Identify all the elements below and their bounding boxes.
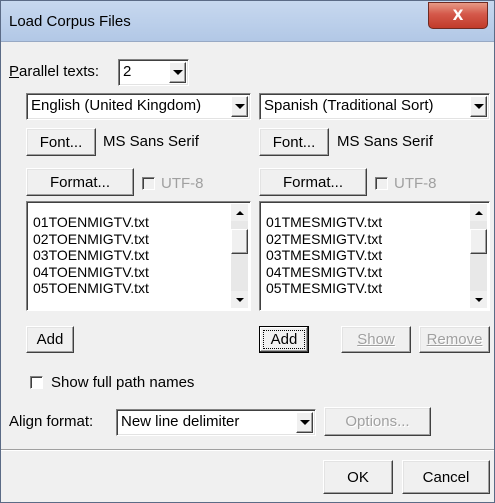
window-title: Load Corpus Files <box>9 13 131 30</box>
load-corpus-dialog: Load Corpus Files X Parallel texts: 2 En… <box>0 0 495 503</box>
parallel-texts-label: Parallel texts: <box>9 63 100 80</box>
chevron-down-icon[interactable] <box>231 96 248 117</box>
left-file-list[interactable]: 01TOENMIGTV.txt 02TOENMIGTV.txt 03TOENMI… <box>26 201 251 311</box>
parallel-texts-value: 2 <box>123 63 132 80</box>
right-font-name: MS Sans Serif <box>337 133 433 150</box>
list-item[interactable]: 05TOENMIGTV.txt <box>33 280 149 297</box>
scroll-thumb[interactable] <box>231 229 248 254</box>
right-language-value: Spanish (Traditional Sort) <box>264 97 434 114</box>
scroll-up-icon[interactable] <box>470 204 487 221</box>
right-format-button[interactable]: Format... <box>259 168 367 196</box>
left-utf8-label: UTF-8 <box>161 175 204 192</box>
align-format-select[interactable]: New line delimiter <box>116 409 316 436</box>
list-item[interactable]: 04TMESMIGTV.txt <box>266 264 382 281</box>
left-language-value: English (United Kingdom) <box>31 97 202 114</box>
cancel-button[interactable]: Cancel <box>402 460 490 494</box>
right-add-button[interactable]: Add <box>259 326 309 353</box>
right-language-select[interactable]: Spanish (Traditional Sort) <box>259 93 490 120</box>
divider <box>1 449 494 451</box>
options-button[interactable]: Options... <box>324 407 431 436</box>
close-button[interactable]: X <box>428 2 488 29</box>
list-item[interactable]: 04TOENMIGTV.txt <box>33 264 149 281</box>
chevron-down-icon[interactable] <box>296 412 313 433</box>
remove-button[interactable]: Remove <box>419 326 490 353</box>
title-bar: Load Corpus Files X <box>1 1 494 42</box>
left-file-items: 01TOENMIGTV.txt 02TOENMIGTV.txt 03TOENMI… <box>33 214 149 297</box>
right-list-scrollbar[interactable] <box>470 204 487 308</box>
left-font-name: MS Sans Serif <box>103 133 199 150</box>
right-file-list[interactable]: 01TMESMIGTV.txt 02TMESMIGTV.txt 03TMESMI… <box>259 201 490 311</box>
right-file-items: 01TMESMIGTV.txt 02TMESMIGTV.txt 03TMESMI… <box>266 214 382 297</box>
scroll-down-icon[interactable] <box>231 291 248 308</box>
right-font-button[interactable]: Font... <box>259 128 329 156</box>
ok-button[interactable]: OK <box>323 460 393 494</box>
list-item[interactable]: 02TOENMIGTV.txt <box>33 231 149 248</box>
list-item[interactable]: 01TMESMIGTV.txt <box>266 214 382 231</box>
close-icon: X <box>452 7 464 24</box>
parallel-texts-select[interactable]: 2 <box>118 59 189 86</box>
show-full-path-checkbox[interactable] <box>30 376 43 389</box>
list-item[interactable]: 03TMESMIGTV.txt <box>266 247 382 264</box>
list-item[interactable]: 03TOENMIGTV.txt <box>33 247 149 264</box>
left-format-button[interactable]: Format... <box>26 168 134 196</box>
left-add-button[interactable]: Add <box>26 326 74 353</box>
dialog-body: Parallel texts: 2 English (United Kingdo… <box>1 42 494 502</box>
list-item[interactable]: 02TMESMIGTV.txt <box>266 231 382 248</box>
scroll-down-icon[interactable] <box>470 291 487 308</box>
align-format-label: Align format: <box>9 413 94 430</box>
chevron-down-icon[interactable] <box>470 96 487 117</box>
left-language-select[interactable]: English (United Kingdom) <box>26 93 251 120</box>
scroll-up-icon[interactable] <box>231 204 248 221</box>
list-item[interactable]: 01TOENMIGTV.txt <box>33 214 149 231</box>
show-full-path-label: Show full path names <box>51 374 195 391</box>
list-item[interactable]: 05TMESMIGTV.txt <box>266 280 382 297</box>
left-utf8-checkbox[interactable] <box>142 177 155 190</box>
right-utf8-checkbox[interactable] <box>375 177 388 190</box>
align-format-value: New line delimiter <box>121 413 240 430</box>
left-font-button[interactable]: Font... <box>26 128 96 156</box>
left-list-scrollbar[interactable] <box>231 204 248 308</box>
chevron-down-icon[interactable] <box>169 62 186 83</box>
scroll-thumb[interactable] <box>470 229 487 254</box>
right-utf8-label: UTF-8 <box>394 175 437 192</box>
show-button[interactable]: Show <box>341 326 411 353</box>
